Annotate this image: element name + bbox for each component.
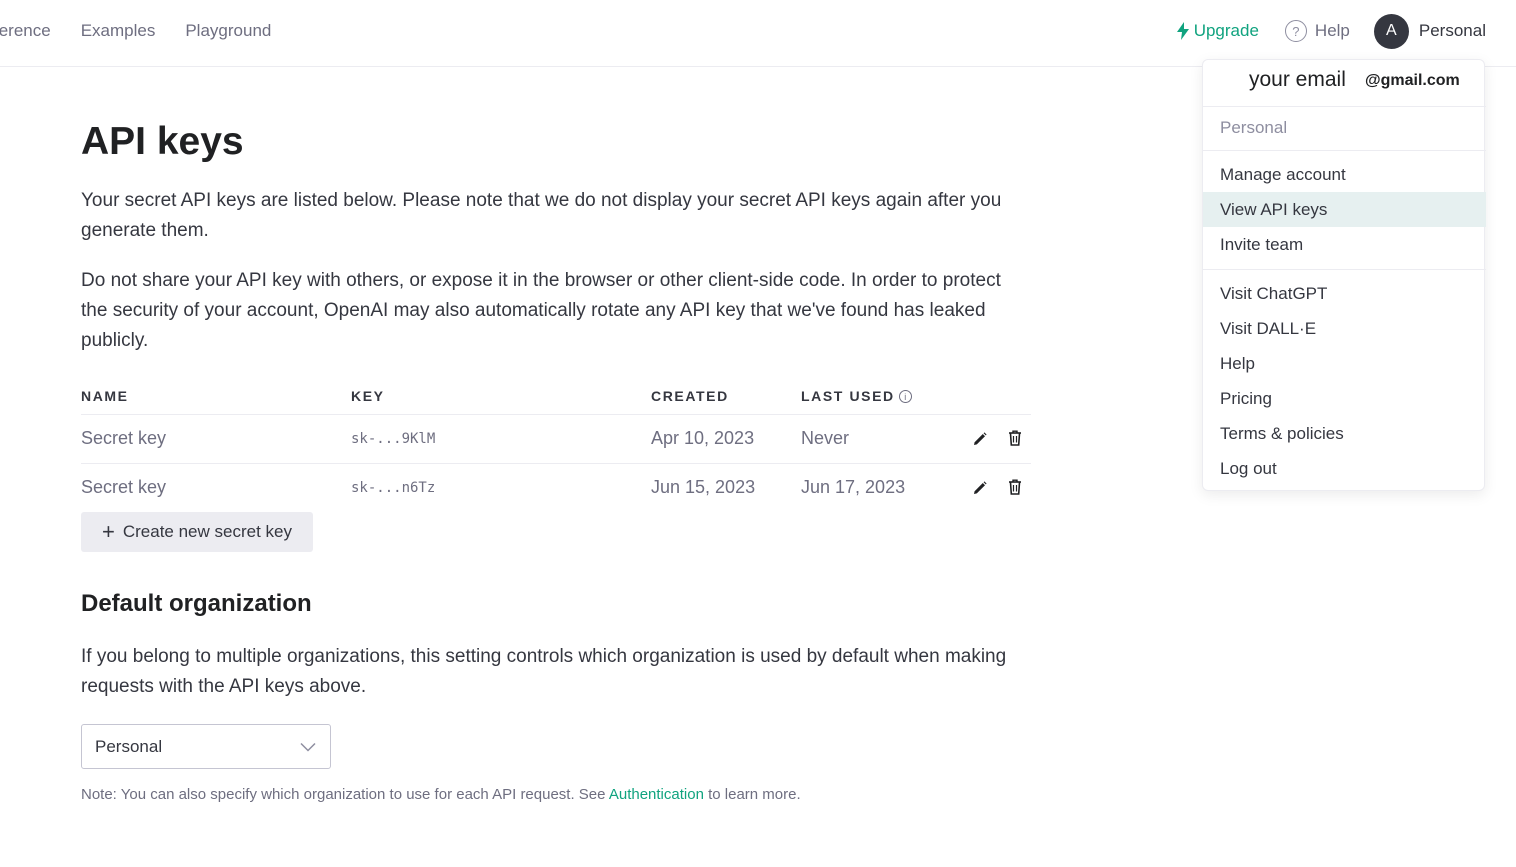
key-name: Secret key <box>81 477 167 498</box>
key-created: Apr 10, 2023 <box>651 414 801 464</box>
nav-link-examples[interactable]: Examples <box>81 21 156 41</box>
menu-item-view-api-keys[interactable]: View API keys <box>1203 192 1486 227</box>
menu-item-visit-dalle[interactable]: Visit DALL·E <box>1203 311 1486 346</box>
dropdown-email-label: your email <box>1249 68 1346 91</box>
edit-button[interactable] <box>969 428 991 450</box>
key-name: Secret key <box>81 414 351 464</box>
account-dropdown-menu: your email @gmail.com Personal Manage ac… <box>1202 59 1486 491</box>
info-icon[interactable]: i <box>898 390 912 404</box>
default-org-selected: Personal <box>95 736 163 756</box>
authentication-link[interactable]: Authentication <box>609 786 704 803</box>
nav-actions: Upgrade ? Help A Personal <box>1176 0 1486 62</box>
header-actions <box>941 378 1031 415</box>
menu-item-log-out[interactable]: Log out <box>1203 451 1486 486</box>
account-menu-button[interactable]: A Personal <box>1373 13 1486 49</box>
pencil-icon <box>973 481 987 494</box>
trash-icon <box>1009 479 1021 495</box>
menu-item-pricing[interactable]: Pricing <box>1203 381 1486 416</box>
account-label: Personal <box>1418 21 1486 40</box>
chevron-down-icon <box>300 742 316 752</box>
top-navbar: ference Examples Playground Upgrade ? He… <box>0 0 1516 67</box>
api-keys-table: NAME KEY CREATED LAST USED i Secret key s… <box>81 378 1031 512</box>
row-actions <box>941 463 1031 512</box>
dropdown-email-domain: @gmail.com <box>1365 72 1460 89</box>
row-actions <box>941 414 1031 464</box>
intro-text: Your secret API keys are listed below. P… <box>81 190 1002 241</box>
pencil-icon <box>973 431 987 445</box>
plus-icon: + <box>102 519 115 544</box>
help-label: Help <box>1314 21 1350 40</box>
default-org-heading: Default organization <box>81 590 312 617</box>
header-created: CREATED <box>651 378 801 415</box>
header-last-used: LAST USED i <box>801 378 941 415</box>
lightning-icon <box>1176 22 1189 40</box>
create-secret-key-button[interactable]: + Create new secret key <box>81 512 313 552</box>
key-value: sk-...n6Tz <box>351 479 436 496</box>
org-note-prefix: Note: You can also specify which organiz… <box>81 786 609 803</box>
org-note-suffix: to learn more. <box>703 786 801 803</box>
delete-button[interactable] <box>1004 427 1026 449</box>
dropdown-divider <box>1203 269 1486 270</box>
dropdown-org-label: Personal <box>1220 118 1288 137</box>
delete-button[interactable] <box>1004 476 1026 498</box>
upgrade-label: Upgrade <box>1193 21 1259 40</box>
header-name: NAME <box>81 378 351 415</box>
edit-button[interactable] <box>969 477 991 499</box>
menu-item-terms-policies[interactable]: Terms & policies <box>1203 416 1486 451</box>
menu-item-invite-team[interactable]: Invite team <box>1203 227 1486 262</box>
page-title: API keys <box>81 120 244 163</box>
key-created: Jun 15, 2023 <box>651 477 756 498</box>
default-org-description: If you belong to multiple organizations,… <box>81 646 1007 697</box>
table-header-row: NAME KEY CREATED LAST USED i <box>81 378 1031 415</box>
key-last-used: Jun 17, 2023 <box>801 477 906 498</box>
question-circle-icon: ? <box>1284 20 1307 42</box>
org-note: Note: You can also specify which organiz… <box>81 786 801 803</box>
help-link[interactable]: ? Help <box>1284 20 1350 42</box>
upgrade-link[interactable]: Upgrade <box>1176 21 1259 41</box>
menu-item-help[interactable]: Help <box>1203 346 1486 381</box>
default-org-select[interactable]: Personal <box>81 724 331 769</box>
nav-links: ference Examples Playground <box>0 0 301 62</box>
dropdown-divider <box>1203 106 1486 107</box>
table-row: Secret key sk-...n6Tz Jun 15, 2023 Jun 1… <box>81 463 1031 512</box>
table-row: Secret key sk-...9KlM Apr 10, 2023 Never <box>81 414 1031 464</box>
dropdown-divider <box>1203 150 1486 151</box>
key-value: sk-...9KlM <box>351 414 651 464</box>
avatar: A <box>1373 13 1409 49</box>
warning-text: Do not share your API key with others, o… <box>81 270 1001 351</box>
nav-link-api-reference[interactable]: ference <box>0 21 51 41</box>
create-secret-key-label: Create new secret key <box>122 522 292 541</box>
trash-icon <box>1009 430 1021 446</box>
header-key: KEY <box>351 378 651 415</box>
menu-item-manage-account[interactable]: Manage account <box>1203 157 1486 192</box>
menu-item-visit-chatgpt[interactable]: Visit ChatGPT <box>1203 276 1486 311</box>
key-last-used: Never <box>801 414 941 464</box>
nav-link-playground[interactable]: Playground <box>185 21 271 41</box>
header-last-used-label: LAST USED <box>801 387 895 404</box>
